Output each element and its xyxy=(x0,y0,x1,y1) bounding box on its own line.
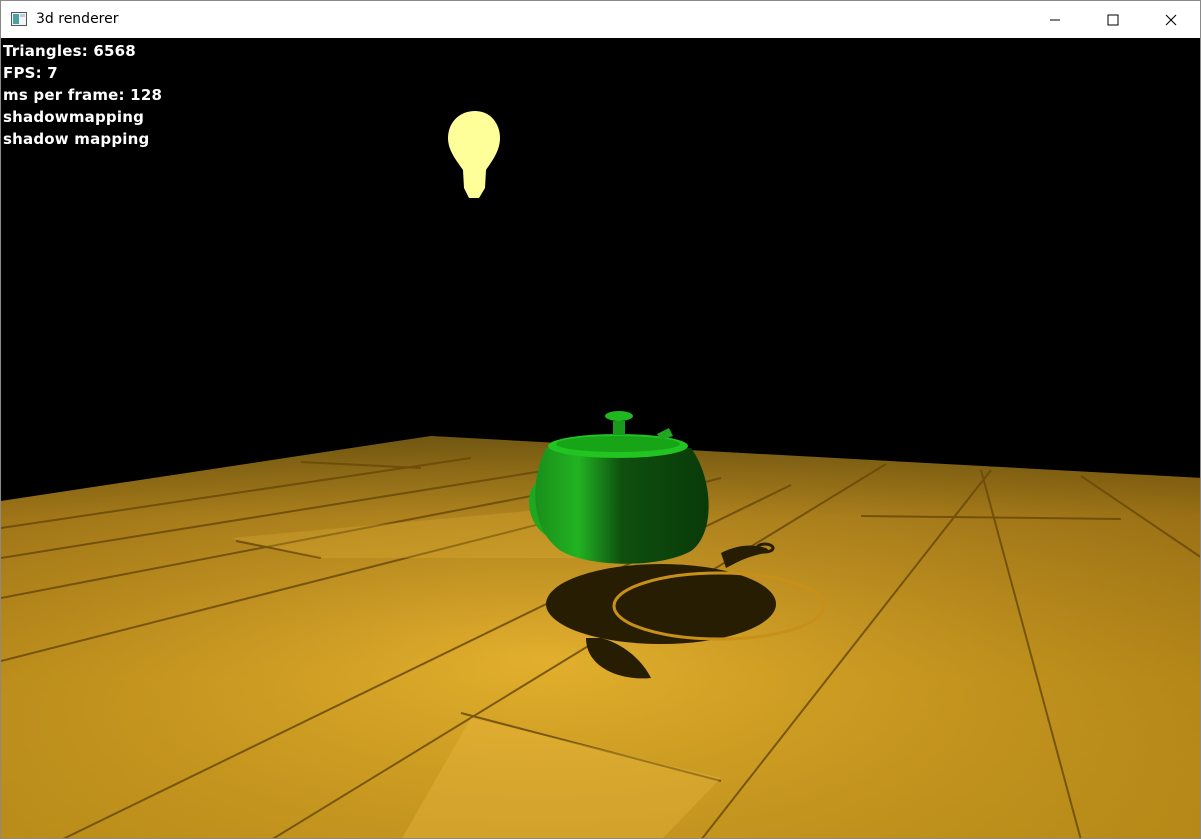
maximize-icon xyxy=(1107,14,1119,25)
render-viewport[interactable]: Triangles: 6568 FPS: 7 ms per frame: 128… xyxy=(1,38,1200,838)
minimize-button[interactable] xyxy=(1026,1,1084,38)
close-icon xyxy=(1165,14,1177,25)
minimize-icon xyxy=(1050,19,1060,20)
shadow-mode-label: shadow mapping xyxy=(3,130,150,148)
light-bulb xyxy=(448,111,500,198)
close-button[interactable] xyxy=(1142,1,1200,38)
window-title: 3d renderer xyxy=(36,11,119,27)
triangle-count: Triangles: 6568 xyxy=(3,42,136,60)
title-bar[interactable]: 3d renderer xyxy=(1,1,1200,38)
teapot xyxy=(528,411,709,564)
app-icon xyxy=(11,12,27,26)
maximize-button[interactable] xyxy=(1084,1,1142,38)
fps-readout: FPS: 7 xyxy=(3,64,58,82)
hud-overlay: Triangles: 6568 FPS: 7 ms per frame: 128… xyxy=(3,40,162,150)
scene-canvas xyxy=(1,111,1200,838)
render-mode-label: shadowmapping xyxy=(3,108,145,126)
app-window: 3d renderer Triangles: 6568 FPS: 7 ms pe… xyxy=(0,0,1201,839)
frame-time-readout: ms per frame: 128 xyxy=(3,86,163,104)
